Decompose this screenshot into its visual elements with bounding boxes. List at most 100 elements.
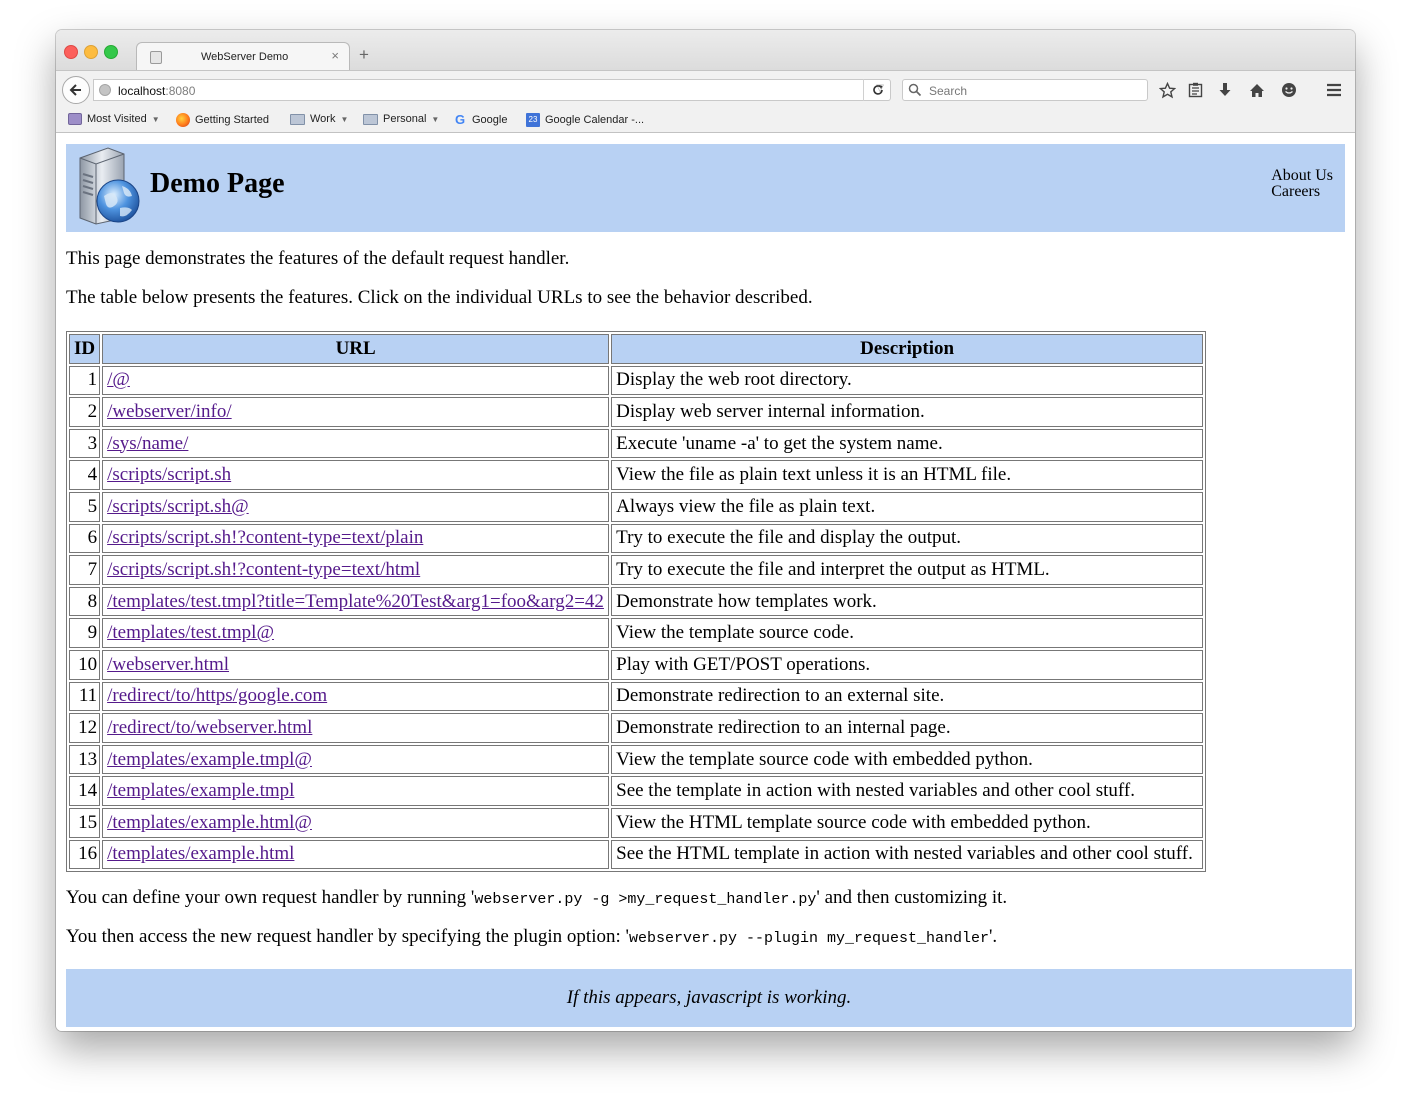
- row-url-cell: /redirect/to/https/google.com: [102, 681, 610, 712]
- column-header-id: ID: [69, 334, 101, 364]
- new-tab-button[interactable]: +: [359, 46, 369, 64]
- custom-handler-paragraph: You can define your own request handler …: [66, 887, 1008, 908]
- close-window-button[interactable]: [64, 45, 78, 59]
- careers-link[interactable]: Careers: [1271, 184, 1333, 200]
- reload-button[interactable]: [863, 79, 891, 101]
- column-header-description: Description: [611, 334, 1204, 364]
- row-url-cell: /templates/example.tmpl: [102, 776, 610, 806]
- feature-url-link[interactable]: /templates/example.tmpl: [107, 780, 294, 801]
- server-globe-logo: [79, 147, 140, 225]
- plugin-paragraph: You then access the new request handler …: [66, 926, 998, 947]
- feature-url-link[interactable]: /scripts/script.sh!?content-type=text/ht…: [107, 559, 420, 580]
- row-description: Demonstrate redirection to an external s…: [611, 681, 1204, 712]
- table-header-row: ID URL Description: [69, 334, 1204, 364]
- table-row: 1 /@ Display the web root directory.: [69, 365, 1204, 396]
- feature-url-link[interactable]: /webserver.html: [107, 654, 229, 675]
- bookmark-most-visited[interactable]: Most Visited ▼: [68, 113, 160, 125]
- command-code: webserver.py --plugin my_request_handler: [628, 930, 989, 947]
- reading-list-button[interactable]: [1186, 81, 1204, 99]
- features-table: ID URL Description 1 /@ Display the web ro…: [66, 331, 1207, 873]
- feature-url-link[interactable]: /scripts/script.sh!?content-type=text/pl…: [107, 527, 423, 548]
- bookmark-star-button[interactable]: [1158, 81, 1176, 99]
- feature-url-link[interactable]: /scripts/script.sh@: [107, 496, 249, 517]
- row-id: 14: [69, 776, 101, 806]
- table-row: 14/templates/example.tmpl See the templat…: [69, 776, 1204, 806]
- row-description: Demonstrate redirection to an internal p…: [611, 713, 1204, 743]
- feature-url-link[interactable]: /sys/name/: [107, 433, 188, 454]
- feature-url-link[interactable]: /scripts/script.sh: [107, 464, 231, 485]
- row-id: 13: [69, 744, 101, 775]
- feature-url-link[interactable]: /templates/test.tmpl@: [107, 622, 274, 643]
- browser-window: WebServer Demo × + localhost:8080 ▽ Sear…: [56, 30, 1355, 1031]
- search-input[interactable]: Search: [902, 79, 1148, 101]
- url-bar[interactable]: localhost:8080 ▽: [93, 79, 891, 101]
- home-icon: [1250, 83, 1264, 97]
- row-description: Display web server internal information.: [611, 397, 1204, 427]
- url-text[interactable]: localhost:8080: [118, 84, 195, 98]
- tab-title: WebServer Demo: [201, 51, 289, 63]
- feature-url-link[interactable]: /redirect/to/webserver.html: [107, 717, 312, 738]
- row-id: 1: [69, 365, 101, 396]
- table-row: 12/redirect/to/webserver.html Demonstrate…: [69, 713, 1204, 743]
- home-button[interactable]: [1248, 81, 1266, 99]
- row-id: 6: [69, 523, 101, 554]
- chevron-down-icon: ▼: [431, 114, 440, 124]
- row-description: Execute 'uname -a' to get the system nam…: [611, 428, 1204, 459]
- title-bar: WebServer Demo × +: [56, 30, 1355, 70]
- bookmark-folder-personal[interactable]: Personal ▼: [363, 113, 439, 125]
- page-icon: [150, 51, 162, 64]
- folder-icon: [363, 113, 378, 125]
- row-url-cell: /@: [102, 365, 610, 396]
- table-row: 6/scripts/script.sh!?content-type=text/p…: [69, 523, 1204, 554]
- bookmark-google-calendar[interactable]: 23 Google Calendar -...: [526, 113, 644, 127]
- row-id: 11: [69, 681, 101, 712]
- menu-button[interactable]: [1325, 81, 1343, 99]
- row-url-cell: /webserver.html: [102, 649, 610, 680]
- feature-url-link[interactable]: /@: [107, 369, 130, 390]
- row-url-cell: /templates/test.tmpl?title=Template%20Te…: [102, 586, 610, 617]
- feature-url-link[interactable]: /templates/example.tmpl@: [107, 749, 312, 770]
- page-content: Demo Page About Us Careers This page dem…: [56, 133, 1355, 1031]
- chat-button[interactable]: [1280, 81, 1298, 99]
- downloads-button[interactable]: [1216, 81, 1234, 99]
- folder-icon: [290, 113, 305, 125]
- table-row: 3/sys/name/Execute 'uname -a' to get the…: [69, 428, 1204, 459]
- bookmark-label: Google: [472, 114, 508, 126]
- feature-url-link[interactable]: /redirect/to/https/google.com: [107, 685, 327, 706]
- bookmark-label: Work: [310, 113, 336, 125]
- back-arrow-icon: [69, 84, 81, 96]
- table-row: 13/templates/example.tmpl@ View the templ…: [69, 744, 1204, 775]
- feature-url-link[interactable]: /webserver/info/: [107, 401, 232, 422]
- bookmark-google[interactable]: G Google: [453, 113, 508, 127]
- row-description: Always view the file as plain text.: [611, 491, 1204, 522]
- tab-webserver-demo[interactable]: WebServer Demo ×: [136, 42, 350, 70]
- tab-close-button[interactable]: ×: [331, 49, 339, 63]
- most-visited-icon: [68, 113, 82, 125]
- table-row: 9/templates/test.tmpl@ View the template …: [69, 618, 1204, 648]
- feature-url-link[interactable]: /templates/test.tmpl?title=Template%20Te…: [107, 591, 604, 612]
- row-url-cell: /sys/name/: [102, 428, 610, 459]
- page-header: Demo Page About Us Careers: [66, 144, 1345, 232]
- row-description: View the HTML template source code with …: [611, 807, 1204, 838]
- table-row: 16/templates/example.html See the HTML te…: [69, 839, 1204, 870]
- bookmark-getting-started[interactable]: Getting Started: [176, 113, 269, 127]
- feature-url-link[interactable]: /templates/example.html@: [107, 812, 312, 833]
- header-nav: About Us Careers: [1271, 168, 1333, 200]
- table-body: 1/@ Display the web root directory. 2/webs…: [69, 365, 1204, 870]
- navigation-toolbar: localhost:8080 ▽ Search: [56, 70, 1355, 108]
- row-id: 10: [69, 649, 101, 680]
- minimize-window-button[interactable]: [84, 45, 98, 59]
- row-url-cell: /scripts/script.sh@: [102, 491, 610, 522]
- row-id: 9: [69, 618, 101, 648]
- table-row: 2/webserver/info/Display web server inte…: [69, 397, 1204, 427]
- search-icon: [908, 83, 922, 97]
- about-us-link[interactable]: About Us: [1271, 168, 1333, 184]
- row-id: 16: [69, 839, 101, 870]
- bookmark-folder-work[interactable]: Work ▼: [290, 113, 348, 125]
- smiley-chat-icon: [1282, 83, 1296, 97]
- zoom-window-button[interactable]: [104, 45, 118, 59]
- row-id: 7: [69, 555, 101, 585]
- row-url-cell: /templates/example.html@: [102, 807, 610, 838]
- feature-url-link[interactable]: /templates/example.html: [107, 843, 294, 864]
- back-button[interactable]: [62, 76, 90, 104]
